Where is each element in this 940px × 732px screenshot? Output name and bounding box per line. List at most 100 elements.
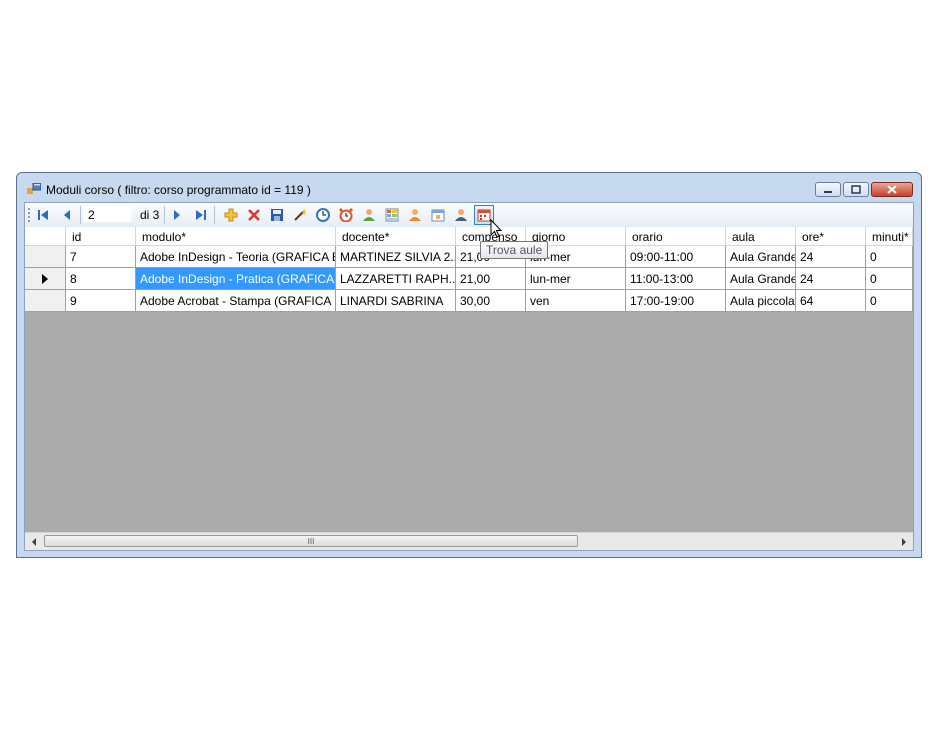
column-header-docente[interactable]: docente* xyxy=(336,227,456,246)
title-bar[interactable]: Moduli corso ( filtro: corso programmato… xyxy=(17,173,921,203)
cell-id[interactable]: 7 xyxy=(66,246,136,268)
binding-navigator-toolbar: 2 di 3 xyxy=(25,203,913,228)
scroll-right-icon xyxy=(901,537,906,546)
cell-ore[interactable]: 24 xyxy=(796,268,866,290)
close-button[interactable] xyxy=(871,182,913,197)
cell-id[interactable]: 8 xyxy=(66,268,136,290)
delete-icon xyxy=(248,209,260,221)
row-header[interactable] xyxy=(25,290,66,312)
maximize-button[interactable] xyxy=(843,182,869,197)
cell-docente[interactable]: LAZZARETTI RAPH... xyxy=(336,268,456,290)
grid-button[interactable] xyxy=(382,205,402,225)
move-last-button[interactable] xyxy=(191,205,211,225)
alarm-button[interactable] xyxy=(336,205,356,225)
column-header-ore[interactable]: ore* xyxy=(796,227,866,246)
cell-aula[interactable]: Aula Grande xyxy=(726,246,796,268)
clock-button[interactable] xyxy=(313,205,333,225)
row-header[interactable] xyxy=(25,246,66,268)
calendar-find-icon xyxy=(477,209,491,222)
next-icon xyxy=(174,210,180,220)
data-grid[interactable]: id modulo* docente* compenso giorno orar… xyxy=(25,227,913,532)
calendar-button[interactable] xyxy=(428,205,448,225)
column-header-aula[interactable]: aula xyxy=(726,227,796,246)
client-area: 2 di 3 id modulo* docente* compenso gior… xyxy=(24,202,914,551)
move-next-button[interactable] xyxy=(167,205,187,225)
toolbar-separator xyxy=(164,206,165,224)
grid-corner-header[interactable] xyxy=(25,227,66,246)
grid-icon xyxy=(385,208,399,222)
table-row-current[interactable]: 8 Adobe InDesign - Pratica (GRAFICA E...… xyxy=(25,268,913,290)
cell-minuti[interactable]: 0 xyxy=(866,246,913,268)
cell-modulo-selected[interactable]: Adobe InDesign - Pratica (GRAFICA E... xyxy=(136,268,336,290)
cell-docente[interactable]: LINARDI SABRINA xyxy=(336,290,456,312)
teacher-button[interactable] xyxy=(451,205,471,225)
move-first-button[interactable] xyxy=(33,205,53,225)
floppy-disk-icon xyxy=(271,209,283,221)
toolbar-grip[interactable] xyxy=(28,208,30,222)
app-icon xyxy=(27,183,41,194)
clock-icon xyxy=(316,208,330,222)
cell-minuti[interactable]: 0 xyxy=(866,290,913,312)
cell-compenso[interactable]: 30,00 xyxy=(456,290,526,312)
toolbar-separator xyxy=(80,206,81,224)
table-row[interactable]: 7 Adobe InDesign - Teoria (GRAFICA E... … xyxy=(25,246,913,268)
cell-ore[interactable]: 24 xyxy=(796,246,866,268)
cell-docente[interactable]: MARTINEZ SILVIA 2... xyxy=(336,246,456,268)
calendar-icon xyxy=(431,209,445,222)
previous-icon xyxy=(64,210,70,220)
scroll-thumb[interactable]: III xyxy=(44,535,578,547)
scroll-left-button[interactable] xyxy=(25,533,42,550)
position-input[interactable]: 2 xyxy=(83,206,131,222)
cell-aula[interactable]: Aula piccola xyxy=(726,290,796,312)
cell-minuti[interactable]: 0 xyxy=(866,268,913,290)
tooltip: Trova aule xyxy=(480,241,549,259)
row-header[interactable] xyxy=(25,268,66,290)
user-button[interactable] xyxy=(359,205,379,225)
cell-orario[interactable]: 09:00-11:00 xyxy=(626,246,726,268)
cell-orario[interactable]: 17:00-19:00 xyxy=(626,290,726,312)
cell-giorno[interactable]: ven xyxy=(526,290,626,312)
person-button[interactable] xyxy=(405,205,425,225)
last-icon xyxy=(196,210,206,220)
cell-ore[interactable]: 64 xyxy=(796,290,866,312)
scroll-right-button[interactable] xyxy=(895,533,912,550)
wizard-button[interactable] xyxy=(290,205,310,225)
close-icon xyxy=(887,185,897,194)
current-row-arrow-icon xyxy=(42,273,48,284)
toolbar-separator xyxy=(214,206,215,224)
cell-modulo[interactable]: Adobe Acrobat - Stampa (GRAFICA E... xyxy=(136,290,336,312)
cell-aula[interactable]: Aula Grande xyxy=(726,268,796,290)
column-header-orario[interactable]: orario xyxy=(626,227,726,246)
user-icon xyxy=(363,209,375,221)
minimize-icon xyxy=(824,190,832,193)
teacher-icon xyxy=(455,209,467,221)
cell-id[interactable]: 9 xyxy=(66,290,136,312)
table-row[interactable]: 9 Adobe Acrobat - Stampa (GRAFICA E... L… xyxy=(25,290,913,312)
scroll-left-icon xyxy=(31,537,36,546)
horizontal-scrollbar[interactable]: III xyxy=(25,532,913,550)
column-header-minuti[interactable]: minuti* xyxy=(866,227,913,246)
alarm-clock-icon xyxy=(339,208,353,222)
cell-modulo[interactable]: Adobe InDesign - Teoria (GRAFICA E... xyxy=(136,246,336,268)
maximize-icon xyxy=(851,185,861,194)
column-header-modulo[interactable]: modulo* xyxy=(136,227,336,246)
count-label: di 3 xyxy=(140,208,160,222)
moduli-corso-window: Moduli corso ( filtro: corso programmato… xyxy=(16,172,922,558)
cell-compenso[interactable]: 21,00 xyxy=(456,268,526,290)
caption-buttons xyxy=(813,182,913,199)
column-header-id[interactable]: id xyxy=(66,227,136,246)
save-button[interactable] xyxy=(267,205,287,225)
minimize-button[interactable] xyxy=(815,182,841,197)
move-previous-button[interactable] xyxy=(57,205,77,225)
magic-wand-icon xyxy=(294,208,307,221)
cell-giorno[interactable]: lun-mer xyxy=(526,268,626,290)
add-new-button[interactable] xyxy=(221,205,241,225)
person-icon xyxy=(409,209,421,221)
first-icon xyxy=(38,210,48,220)
cell-orario[interactable]: 11:00-13:00 xyxy=(626,268,726,290)
scroll-thumb-grip: III xyxy=(307,536,315,546)
plus-icon xyxy=(224,208,238,222)
window-title: Moduli corso ( filtro: corso programmato… xyxy=(46,183,311,197)
delete-button[interactable] xyxy=(244,205,264,225)
mouse-cursor-icon xyxy=(490,219,503,238)
